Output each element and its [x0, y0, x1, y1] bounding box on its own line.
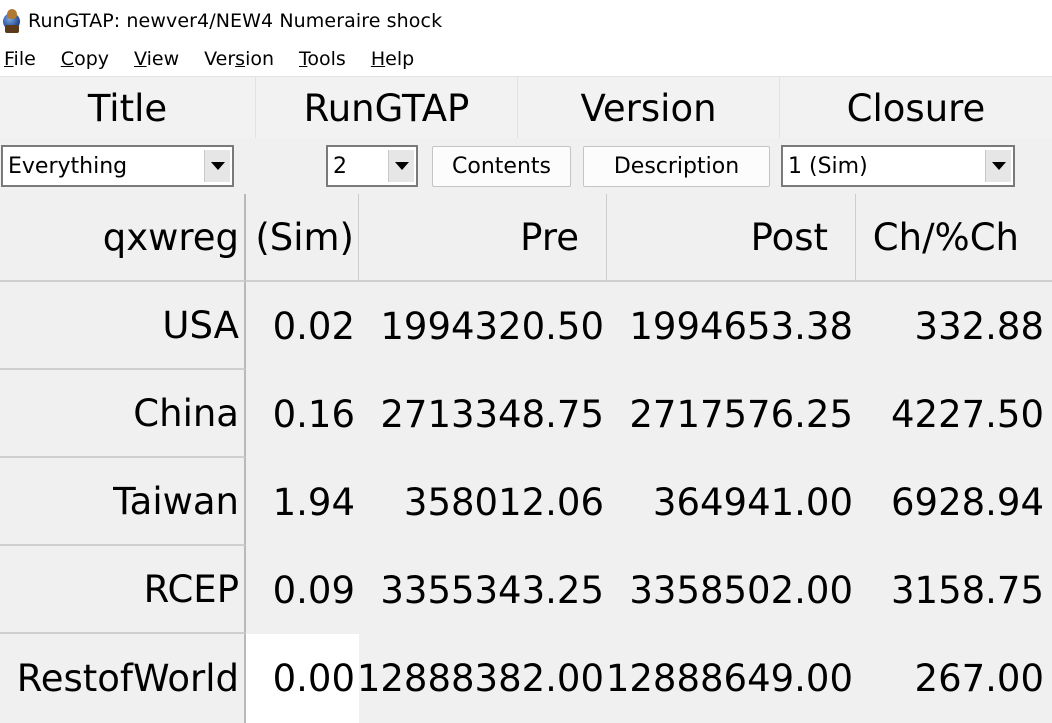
version-select[interactable]: 2: [326, 145, 418, 187]
menu-copy[interactable]: Copy: [61, 48, 109, 70]
header-version: Version: [518, 77, 780, 139]
closure-select[interactable]: 1 (Sim): [781, 145, 1015, 187]
cell-usa-post[interactable]: 1994653.38: [607, 282, 856, 370]
menu-tools[interactable]: Tools: [299, 48, 346, 70]
title-select[interactable]: Everything: [1, 145, 234, 187]
closure-select-value: 1 (Sim): [788, 153, 868, 179]
results-grid: qxwreg (Sim) Pre Post Ch/%Ch USA 0.02 19…: [0, 194, 1052, 723]
cell-usa-sim[interactable]: 0.02: [246, 282, 359, 370]
header-strip: Title RunGTAP Version Closure: [0, 76, 1052, 139]
cell-taiwan-sim[interactable]: 1.94: [246, 458, 359, 546]
chevron-down-icon[interactable]: [388, 150, 414, 182]
rungtap-globe-icon[interactable]: [2, 9, 22, 33]
row-header-restofworld[interactable]: RestofWorld: [0, 634, 246, 723]
cell-china-sim[interactable]: 0.16: [246, 370, 359, 458]
column-header-pre[interactable]: Pre: [359, 194, 607, 282]
column-header-change[interactable]: Ch/%Ch: [856, 194, 1052, 282]
controls-row: Everything 2 Contents Description 1 (Sim…: [0, 138, 1052, 194]
cell-restofworld-sim[interactable]: 0.00: [246, 634, 359, 723]
header-title: Title: [0, 77, 256, 139]
cell-restofworld-change[interactable]: 267.00: [856, 634, 1052, 723]
row-header-china[interactable]: China: [0, 370, 246, 458]
cell-rcep-change[interactable]: 3158.75: [856, 546, 1052, 634]
title-bar: RunGTAP: newver4/NEW4 Numeraire shock: [0, 0, 1052, 42]
chevron-down-icon[interactable]: [985, 150, 1011, 182]
window-title: RunGTAP: newver4/NEW4 Numeraire shock: [28, 10, 443, 32]
cell-usa-pre[interactable]: 1994320.50: [359, 282, 607, 370]
cell-china-change[interactable]: 4227.50: [856, 370, 1052, 458]
menu-file[interactable]: File: [4, 48, 36, 70]
menu-version[interactable]: Version: [204, 48, 274, 70]
column-header-sim[interactable]: (Sim): [246, 194, 359, 282]
column-header-post[interactable]: Post: [607, 194, 856, 282]
cell-taiwan-post[interactable]: 364941.00: [607, 458, 856, 546]
menu-help[interactable]: Help: [371, 48, 414, 70]
header-rungtap: RunGTAP: [256, 77, 518, 139]
version-select-value: 2: [333, 153, 347, 179]
row-header-taiwan[interactable]: Taiwan: [0, 458, 246, 546]
cell-restofworld-pre[interactable]: 12888382.00: [359, 634, 607, 723]
cell-china-pre[interactable]: 2713348.75: [359, 370, 607, 458]
cell-rcep-sim[interactable]: 0.09: [246, 546, 359, 634]
cell-china-post[interactable]: 2717576.25: [607, 370, 856, 458]
title-select-value: Everything: [8, 153, 128, 179]
grid-corner-header: qxwreg: [0, 194, 246, 282]
row-header-usa[interactable]: USA: [0, 282, 246, 370]
row-header-rcep[interactable]: RCEP: [0, 546, 246, 634]
header-closure: Closure: [846, 86, 986, 130]
menu-view[interactable]: View: [134, 48, 179, 70]
cell-taiwan-change[interactable]: 6928.94: [856, 458, 1052, 546]
cell-rcep-pre[interactable]: 3355343.25: [359, 546, 607, 634]
description-button[interactable]: Description: [583, 146, 770, 187]
cell-usa-change[interactable]: 332.88: [856, 282, 1052, 370]
cell-rcep-post[interactable]: 3358502.00: [607, 546, 856, 634]
cell-restofworld-post[interactable]: 12888649.00: [607, 634, 856, 723]
cell-taiwan-pre[interactable]: 358012.06: [359, 458, 607, 546]
contents-button[interactable]: Contents: [432, 146, 571, 187]
menu-bar: File Copy View Version Tools Help: [0, 42, 1052, 76]
chevron-down-icon[interactable]: [204, 150, 230, 182]
